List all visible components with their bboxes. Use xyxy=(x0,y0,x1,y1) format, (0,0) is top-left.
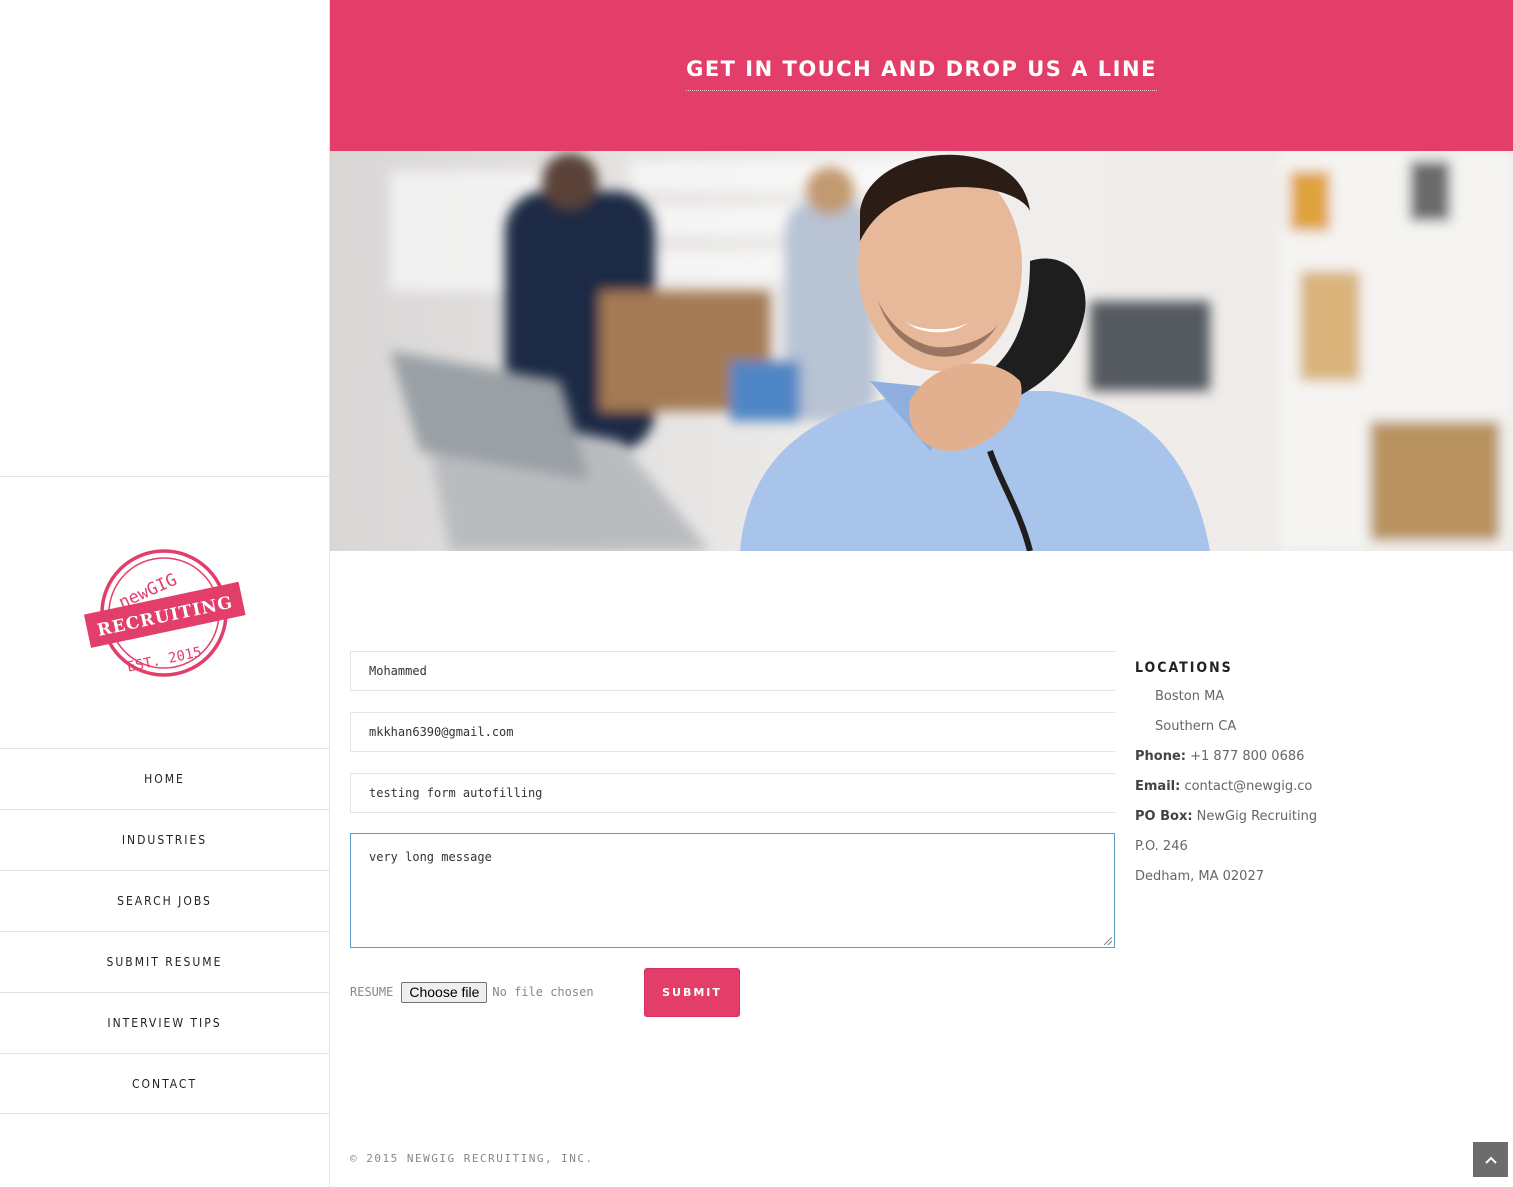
location-boston: Boston MA xyxy=(1155,689,1225,704)
hero-photo xyxy=(330,151,1513,551)
phone-value[interactable]: +1 877 800 0686 xyxy=(1190,749,1304,764)
newgig-logo[interactable]: newGIG RECRUITING EST. 2015 xyxy=(80,540,250,685)
resume-upload: RESUME Choose file No file chosen xyxy=(350,968,594,1016)
nav-item-home[interactable]: HOME xyxy=(0,748,329,809)
hero-banner: GET IN TOUCH AND DROP US A LINE xyxy=(330,0,1513,151)
message-textarea[interactable]: very long message xyxy=(350,833,1115,948)
address-line-2: Dedham, MA 02027 xyxy=(1135,869,1264,884)
name-field[interactable]: Mohammed xyxy=(350,651,1115,691)
pobox-line: PO Box: NewGig Recruiting xyxy=(1135,802,1475,832)
resume-label: RESUME xyxy=(350,985,394,999)
chevron-up-icon xyxy=(1484,1156,1497,1164)
locations-panel: LOCATIONS Boston MA Southern CA Phone: +… xyxy=(1135,660,1475,892)
man-on-phone-image xyxy=(330,151,1513,551)
sidebar: newGIG RECRUITING EST. 2015 HOME INDUSTR… xyxy=(0,0,330,1187)
pobox-value: NewGig Recruiting xyxy=(1196,809,1318,824)
phone-label: Phone: xyxy=(1135,749,1186,764)
nav-item-industries[interactable]: INDUSTRIES xyxy=(0,809,329,870)
submit-button[interactable]: SUBMIT xyxy=(644,968,740,1017)
page-title: GET IN TOUCH AND DROP US A LINE xyxy=(686,57,1157,91)
scroll-to-top-button[interactable] xyxy=(1473,1142,1508,1177)
no-file-chosen-text: No file chosen xyxy=(492,985,594,999)
address-line-1: P.O. 246 xyxy=(1135,839,1188,854)
main-nav: HOME INDUSTRIES SEARCH JOBS SUBMIT RESUM… xyxy=(0,748,329,1114)
phone-line: Phone: +1 877 800 0686 xyxy=(1135,742,1475,772)
footer-copyright: © 2015 NEWGIG RECRUITING, INC. xyxy=(350,1152,594,1165)
email-field[interactable]: mkkhan6390@gmail.com xyxy=(350,712,1115,752)
choose-file-button[interactable]: Choose file xyxy=(401,981,488,1003)
logo-text-est: EST. 2015 xyxy=(126,644,204,675)
nav-item-search-jobs[interactable]: SEARCH JOBS xyxy=(0,870,329,931)
message-text: very long message xyxy=(369,850,492,864)
logo-stamp-icon: newGIG RECRUITING EST. 2015 xyxy=(83,549,246,677)
email-line: Email: contact@newgig.co xyxy=(1135,772,1475,802)
subject-field[interactable]: testing form autofilling xyxy=(350,773,1115,813)
nav-item-submit-resume[interactable]: SUBMIT RESUME xyxy=(0,931,329,992)
location-southern-ca: Southern CA xyxy=(1155,719,1237,734)
email-value[interactable]: contact@newgig.co xyxy=(1184,779,1312,794)
sidebar-top-space xyxy=(0,0,329,477)
nav-item-interview-tips[interactable]: INTERVIEW TIPS xyxy=(0,992,329,1053)
pobox-label: PO Box: xyxy=(1135,809,1193,824)
locations-heading: LOCATIONS xyxy=(1135,660,1233,676)
nav-item-contact[interactable]: CONTACT xyxy=(0,1053,329,1114)
email-label: Email: xyxy=(1135,779,1181,794)
resize-handle-icon[interactable] xyxy=(1104,937,1112,945)
